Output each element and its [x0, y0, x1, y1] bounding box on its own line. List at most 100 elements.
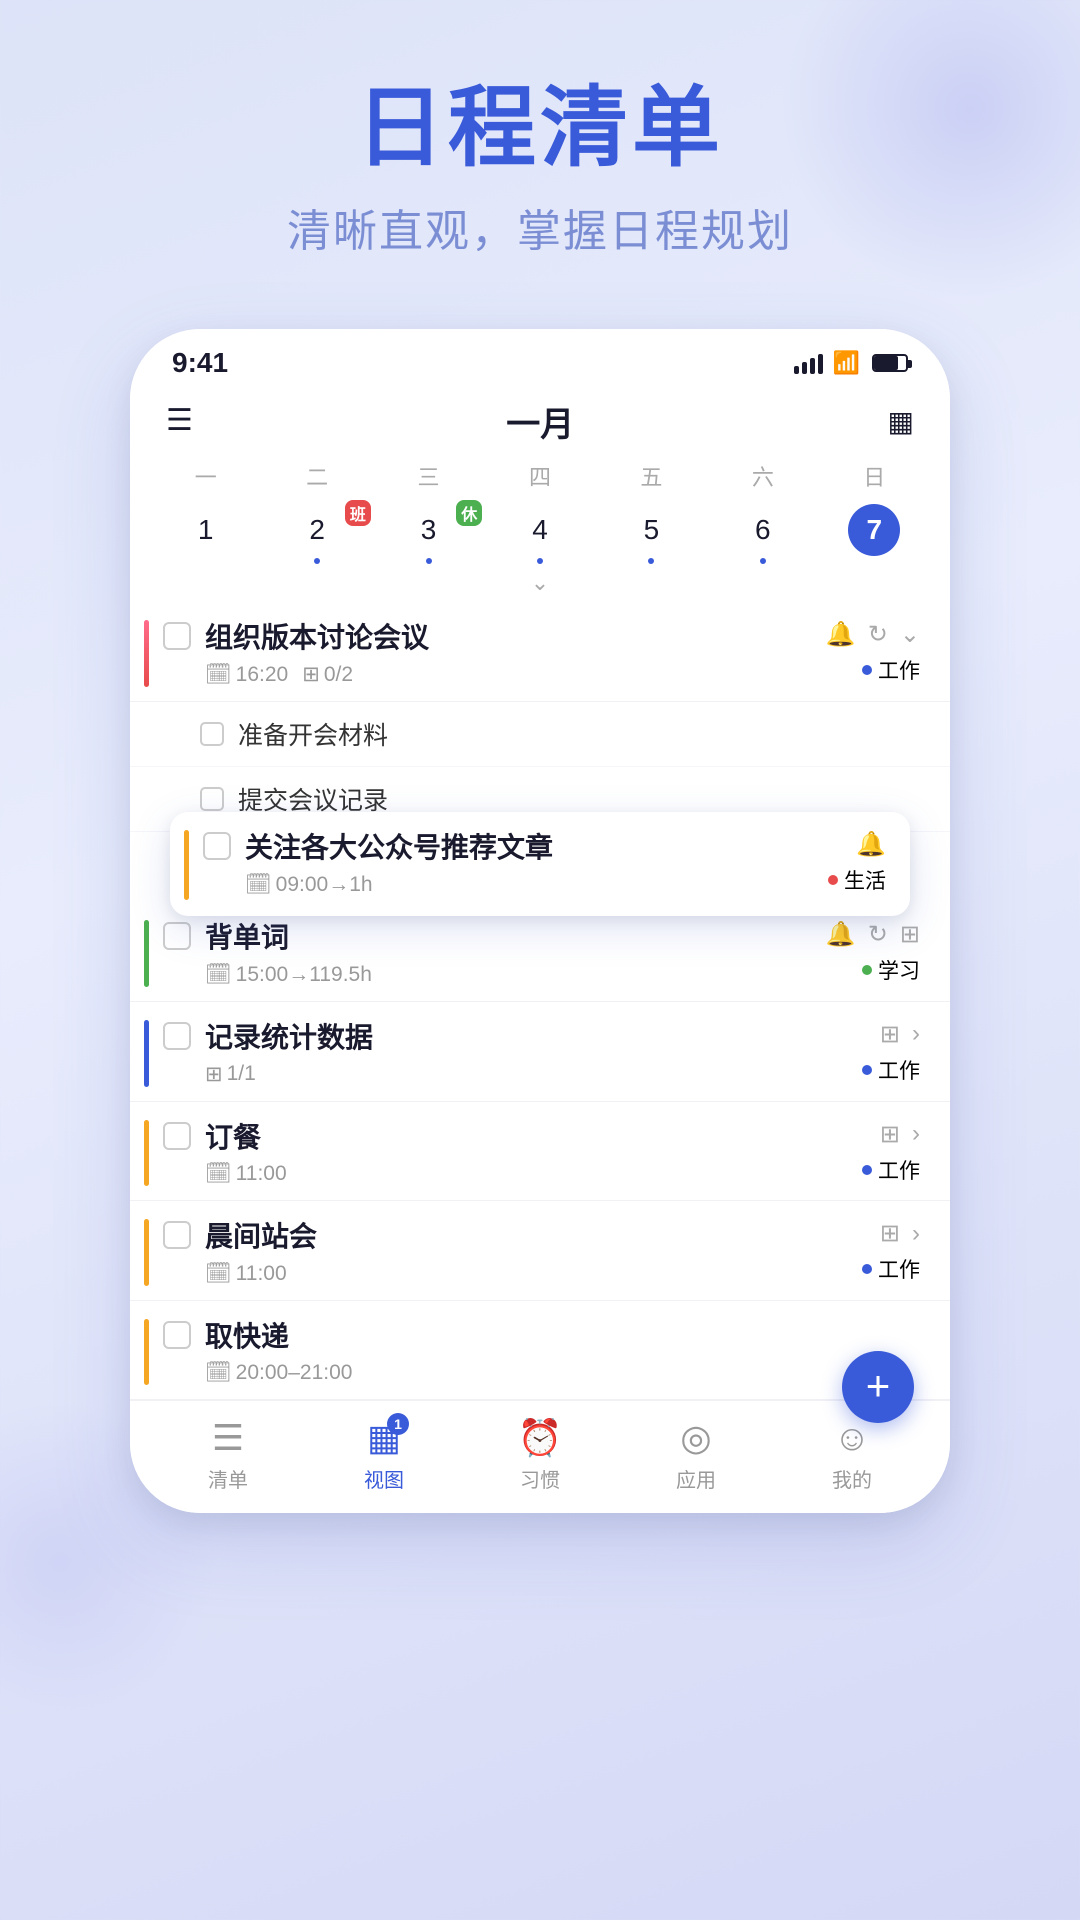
task-content-record: 记录统计数据 ⊞1/1: [205, 1020, 854, 1087]
task-list: 组织版本讨论会议 🗓16:20 ⊞0/2 🔔 ↻ ⌄: [130, 602, 950, 842]
task-checkbox-1[interactable]: [163, 622, 191, 650]
task-time-standup: 🗓11:00: [205, 1262, 287, 1286]
fab-add-button[interactable]: +: [842, 1351, 914, 1423]
clock-icon-float: 🗓: [245, 873, 272, 897]
task-right-standup: ⊞ › 工作: [862, 1219, 920, 1284]
tag-label-record: 工作: [878, 1055, 920, 1085]
tag-dot-beidan: [862, 965, 872, 975]
clock-icon-beidan: 🗓: [205, 963, 232, 987]
bottom-wrapper: 关注各大公众号推荐文章 🗓 09:00→1h 🔔 生活: [130, 842, 950, 1513]
expand-icon-1[interactable]: ⌄: [900, 620, 920, 649]
nav-item-apps[interactable]: ◎ 应用: [646, 1417, 746, 1493]
cal-date-6[interactable]: 6: [707, 500, 818, 566]
date-number-3: 3: [403, 504, 455, 556]
nav-icon-habit: ⏰: [518, 1417, 563, 1459]
calendar-view-icon[interactable]: ▦: [888, 405, 914, 438]
repeat-icon-1[interactable]: ↻: [868, 620, 888, 649]
task-content-pickup: 取快递 🗓20:00–21:00: [205, 1319, 912, 1385]
task-meta-order: 🗓11:00: [205, 1162, 854, 1186]
subtask-checkbox-2[interactable]: [200, 787, 224, 811]
menu-icon[interactable]: ☰: [166, 406, 193, 436]
date-number-1: 1: [180, 504, 232, 556]
nav-icon-view: ▦ 1: [367, 1417, 401, 1459]
cal-date-1[interactable]: 1: [150, 500, 261, 566]
task-checkbox-beidan[interactable]: [163, 922, 191, 950]
date-badge-rest: 休: [456, 500, 482, 526]
fab-plus-icon: +: [866, 1365, 891, 1407]
task-tag-1: 工作: [862, 655, 920, 685]
nav-icon-list: ☰: [212, 1417, 244, 1459]
task-time-1: 🗓16:20: [205, 663, 288, 687]
task-bar-order: [144, 1120, 149, 1186]
task-actions-standup: ⊞ ›: [880, 1219, 920, 1248]
alarm-icon-beidan[interactable]: 🔔: [826, 920, 856, 949]
grid-icon-record[interactable]: ⊞: [880, 1020, 900, 1049]
calendar-expand-chevron[interactable]: ⌄: [130, 566, 950, 602]
task-right-record: ⊞ › 工作: [862, 1020, 920, 1085]
date-number-5: 5: [625, 504, 677, 556]
task-checkbox-pickup[interactable]: [163, 1321, 191, 1349]
task-bar-record: [144, 1020, 149, 1087]
task-bar-1: [144, 620, 149, 687]
task-checkbox-standup[interactable]: [163, 1221, 191, 1249]
task-bar-beidan: [144, 920, 149, 986]
floating-checkbox[interactable]: [203, 832, 231, 860]
task-actions-1: 🔔 ↻ ⌄: [826, 620, 920, 649]
task-content-order: 订餐 🗓11:00: [205, 1120, 854, 1186]
task-title-record: 记录统计数据: [205, 1020, 854, 1056]
day-labels: 一 二 三 四 五 六 日: [130, 456, 950, 496]
floating-content: 关注各大公众号推荐文章 🗓 09:00→1h: [245, 830, 820, 896]
subtask-checkbox-1[interactable]: [200, 722, 224, 746]
alarm-icon-1[interactable]: 🔔: [826, 620, 856, 649]
nav-item-view[interactable]: ▦ 1 视图: [334, 1417, 434, 1493]
nav-item-list[interactable]: ☰ 清单: [178, 1417, 278, 1493]
date-number-6: 6: [737, 504, 789, 556]
floating-card: 关注各大公众号推荐文章 🗓 09:00→1h 🔔 生活: [170, 812, 910, 916]
nav-item-mine[interactable]: ☺ 我的: [802, 1417, 902, 1493]
floating-title: 关注各大公众号推荐文章: [245, 830, 820, 866]
clock-icon-1: 🗓: [205, 663, 232, 687]
date-dot-2: [314, 558, 320, 564]
floating-meta: 🗓 09:00→1h: [245, 873, 820, 897]
task-content-beidan: 背单词 🗓15:00→119.5h: [205, 920, 808, 986]
chevron-icon-record[interactable]: ›: [912, 1020, 920, 1048]
task-subtask-record: ⊞1/1: [205, 1062, 256, 1087]
page-subtitle: 清晰直观，掌握日程规划: [0, 195, 1080, 259]
task-checkbox-record[interactable]: [163, 1022, 191, 1050]
cal-date-3[interactable]: 3 休: [373, 500, 484, 566]
floating-tag: 生活: [828, 865, 886, 895]
task-meta-beidan: 🗓15:00→119.5h: [205, 963, 808, 987]
alarm-icon-float[interactable]: 🔔: [856, 830, 886, 859]
nav-label-apps: 应用: [676, 1464, 716, 1493]
task-item-beidan: 背单词 🗓15:00→119.5h 🔔 ↻ ⊞: [130, 902, 950, 1001]
chevron-icon-standup[interactable]: ›: [912, 1220, 920, 1248]
task-content-1: 组织版本讨论会议 🗓16:20 ⊞0/2: [205, 620, 808, 687]
calendar-dates: 1 2 班 3 休 4 5 6 7: [130, 496, 950, 566]
scroll-area: 背单词 🗓15:00→119.5h 🔔 ↻ ⊞: [130, 842, 950, 1400]
tag-label-order: 工作: [878, 1155, 920, 1185]
tag-dot-record: [862, 1065, 872, 1075]
page-header: 日程清单 清晰直观，掌握日程规划: [0, 0, 1080, 299]
tag-label-standup: 工作: [878, 1254, 920, 1284]
cal-date-2[interactable]: 2 班: [261, 500, 372, 566]
status-time: 9:41: [172, 347, 228, 379]
task-actions-order: ⊞ ›: [880, 1120, 920, 1149]
grid-icon-standup[interactable]: ⊞: [880, 1219, 900, 1248]
nav-label-list: 清单: [208, 1464, 248, 1493]
clock-icon-standup: 🗓: [205, 1262, 232, 1286]
cal-date-5[interactable]: 5: [596, 500, 707, 566]
task-title-order: 订餐: [205, 1120, 854, 1156]
day-label-sat: 六: [707, 456, 818, 496]
nav-item-habit[interactable]: ⏰ 习惯: [490, 1417, 590, 1493]
day-label-tue: 二: [261, 456, 372, 496]
task-checkbox-order[interactable]: [163, 1122, 191, 1150]
repeat-icon-beidan[interactable]: ↻: [868, 920, 888, 949]
grid-icon-beidan[interactable]: ⊞: [900, 920, 920, 949]
cal-date-7[interactable]: 7: [819, 500, 930, 566]
date-dot-6: [760, 558, 766, 564]
cal-date-4[interactable]: 4: [484, 500, 595, 566]
tag-dot-standup: [862, 1264, 872, 1274]
task-item-order: 订餐 🗓11:00 ⊞ › 工作: [130, 1102, 950, 1201]
chevron-icon-order[interactable]: ›: [912, 1120, 920, 1148]
grid-icon-order[interactable]: ⊞: [880, 1120, 900, 1149]
